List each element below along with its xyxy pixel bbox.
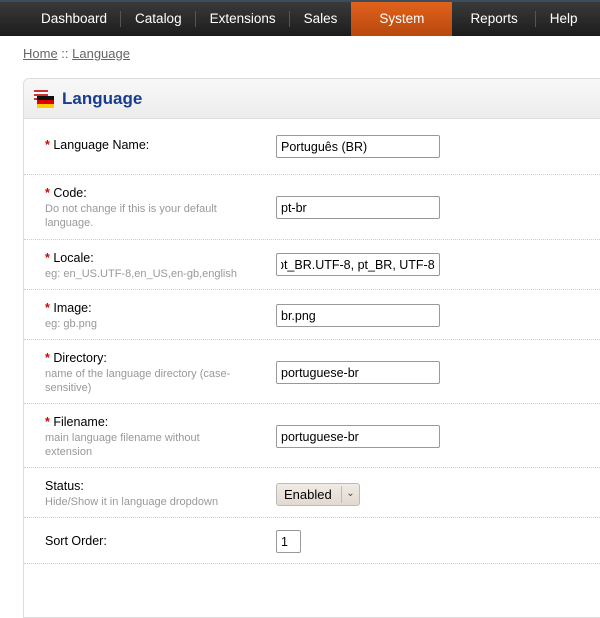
breadcrumb-separator: :: (57, 46, 73, 61)
breadcrumb-home[interactable]: Home (23, 46, 58, 61)
nav-help[interactable]: Help (536, 2, 592, 36)
filename-label: * Filename: main language filename withou… (45, 415, 245, 459)
status-select[interactable]: Enabled ⌄ (276, 483, 360, 506)
nav-dashboard[interactable]: Dashboard (27, 2, 122, 36)
nav-catalog[interactable]: Catalog (121, 2, 196, 36)
directory-input[interactable] (276, 361, 440, 384)
language-name-label: * Language Name: (45, 138, 150, 152)
code-help: Do not change if this is your default la… (45, 203, 217, 229)
row-language-name: * Language Name: (24, 119, 600, 175)
code-label: * Code: Do not change if this is your def… (45, 186, 245, 230)
directory-help: name of the language directory (case-sen… (45, 368, 231, 394)
row-sort-order: Sort Order: (24, 518, 600, 564)
row-directory: * Directory: name of the language directo… (24, 340, 600, 404)
breadcrumb-language[interactable]: Language (72, 46, 130, 61)
language-panel: Language * Language Name: * Code:Do not … (23, 78, 600, 618)
row-code: * Code: Do not change if this is your def… (24, 175, 600, 240)
language-name-input[interactable] (276, 135, 440, 158)
image-label: * Image: eg: gb.png (45, 301, 245, 331)
sort-order-input[interactable] (276, 530, 301, 553)
chevron-down-icon: ⌄ (341, 486, 359, 503)
status-help: Hide/Show it in language dropdown (45, 496, 219, 508)
panel-header: Language (24, 79, 600, 119)
row-status: Status: Hide/Show it in language dropdown… (24, 468, 600, 518)
top-nav: Dashboard Catalog Extensions Sales Syste… (0, 0, 600, 36)
directory-label: * Directory: name of the language directo… (45, 351, 245, 395)
row-locale: * Locale: eg: en_US.UTF-8,en_US,en-gb,eng… (24, 240, 600, 290)
row-filename: * Filename: main language filename withou… (24, 404, 600, 468)
row-image: * Image: eg: gb.png (24, 290, 600, 340)
nav-extensions[interactable]: Extensions (196, 2, 290, 36)
sort-order-label: Sort Order: (45, 534, 107, 548)
nav-reports[interactable]: Reports (452, 2, 537, 36)
language-flags-icon (34, 89, 54, 108)
filename-input[interactable] (276, 425, 440, 448)
nav-sales[interactable]: Sales (290, 2, 352, 36)
nav-system[interactable]: System (351, 2, 453, 36)
locale-help: eg: en_US.UTF-8,en_US,en-gb,english (45, 268, 237, 280)
locale-input[interactable] (276, 253, 440, 276)
breadcrumb: Home :: Language (23, 46, 130, 61)
filename-help: main language filename without extension (45, 432, 200, 458)
status-label: Status: Hide/Show it in language dropdown (45, 479, 275, 509)
page-title: Language (62, 88, 143, 108)
code-input[interactable] (276, 196, 440, 219)
image-input[interactable] (276, 304, 440, 327)
image-help: eg: gb.png (45, 318, 97, 330)
locale-label: * Locale: eg: en_US.UTF-8,en_US,en-gb,eng… (45, 251, 275, 281)
